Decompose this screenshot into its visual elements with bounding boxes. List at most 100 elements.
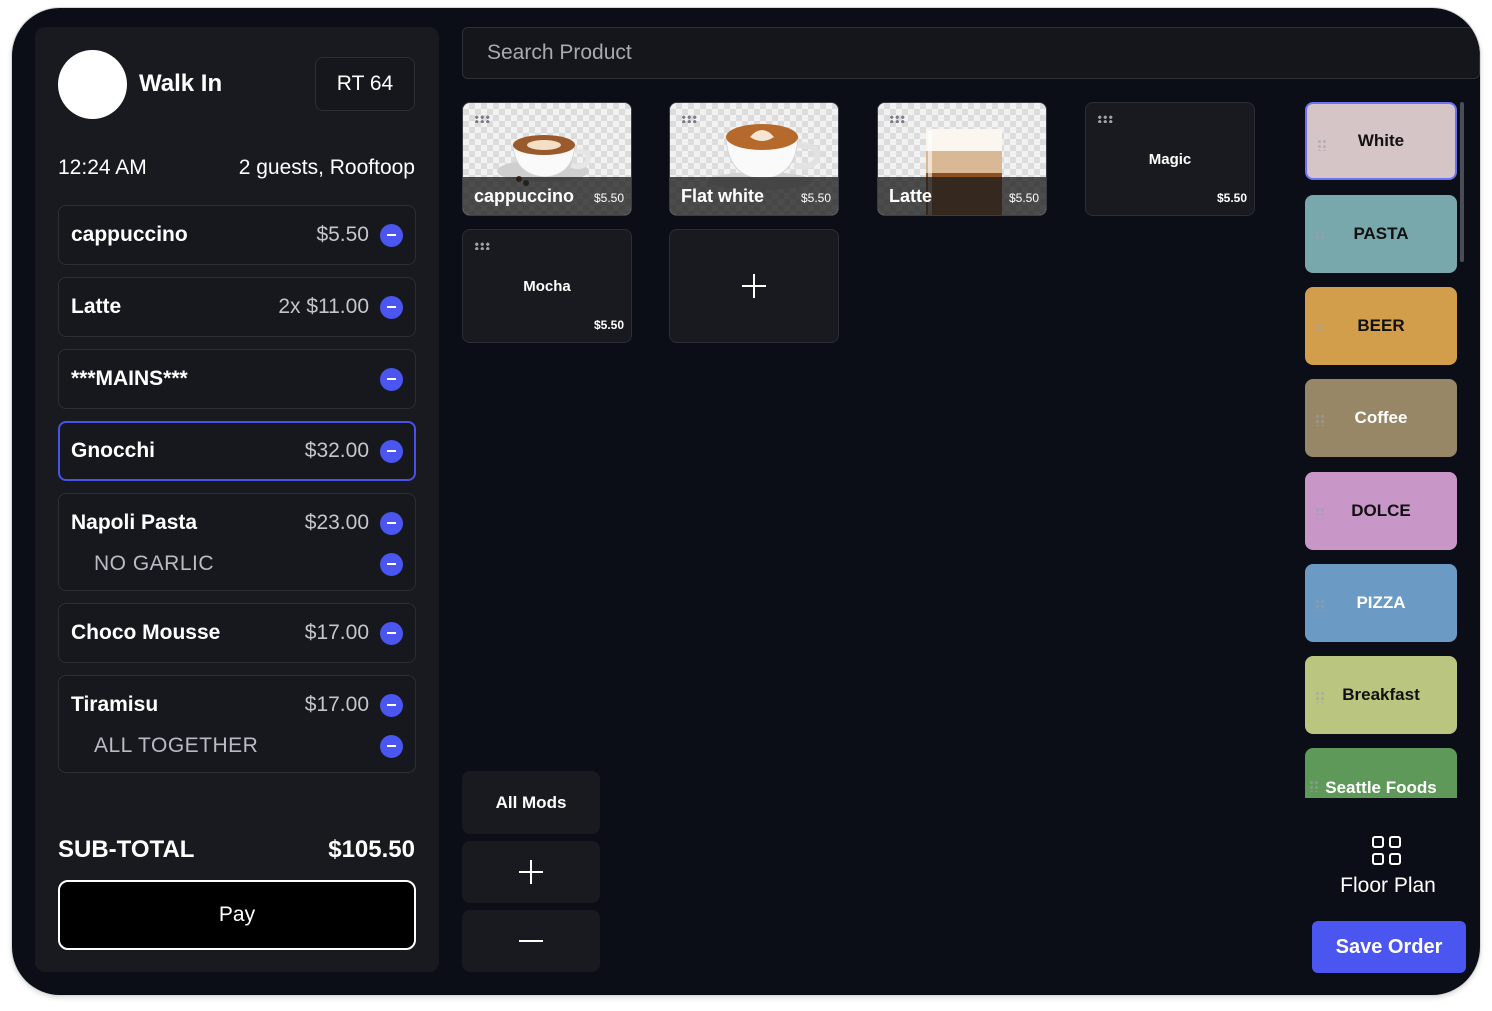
product-name: cappuccino bbox=[474, 186, 575, 206]
grid-icon bbox=[1372, 836, 1404, 868]
item-price: $5.50 bbox=[316, 223, 369, 246]
item-modifier: NO GARLIC bbox=[94, 552, 215, 575]
product-tile[interactable]: cappuccino $5.50 bbox=[462, 102, 632, 216]
product-tile[interactable]: Magic $5.50 bbox=[1085, 102, 1255, 216]
floor-plan-label: Floor Plan bbox=[1340, 874, 1436, 897]
drag-handle-icon[interactable] bbox=[1315, 507, 1325, 519]
order-item-selected[interactable]: Gnocchi $32.00 bbox=[58, 421, 416, 481]
remove-item-button[interactable] bbox=[380, 367, 403, 391]
subtotal-label: SUB-TOTAL bbox=[58, 836, 195, 863]
remove-item-button[interactable] bbox=[380, 439, 403, 463]
product-price: $5.50 bbox=[593, 191, 624, 205]
category-label: PIZZA bbox=[1356, 593, 1406, 612]
order-item[interactable]: ***MAINS*** bbox=[58, 349, 416, 409]
item-name: ***MAINS*** bbox=[71, 367, 188, 390]
item-price: $23.00 bbox=[304, 511, 369, 534]
pos-screen: Walk In RT 64 12:24 AM 2 guests, Rooftoo… bbox=[12, 8, 1480, 995]
drag-handle-icon[interactable] bbox=[474, 115, 490, 123]
category-scrollbar[interactable] bbox=[1460, 102, 1464, 262]
search-bar[interactable] bbox=[462, 27, 1480, 79]
decrease-quantity-button[interactable] bbox=[462, 910, 600, 972]
floor-plan-button[interactable]: Floor Plan bbox=[1328, 836, 1448, 898]
remove-modifier-button[interactable] bbox=[380, 552, 403, 576]
item-price: $17.00 bbox=[304, 693, 369, 716]
order-panel: Walk In RT 64 12:24 AM 2 guests, Rooftoo… bbox=[35, 27, 439, 972]
item-name: cappuccino bbox=[71, 223, 188, 246]
category-list[interactable]: White PASTA BEER Coffee DOLCE PIZZA Brea… bbox=[1305, 102, 1458, 798]
drag-handle-icon[interactable] bbox=[1315, 322, 1325, 334]
drag-handle-icon[interactable] bbox=[681, 115, 697, 123]
pay-button[interactable]: Pay bbox=[58, 880, 416, 950]
product-price: $5.50 bbox=[593, 318, 624, 332]
item-price: $17.00 bbox=[304, 621, 369, 644]
item-price: 2x $11.00 bbox=[278, 295, 369, 318]
order-time: 12:24 AM bbox=[58, 156, 147, 179]
increase-quantity-button[interactable] bbox=[462, 841, 600, 903]
item-name: Napoli Pasta bbox=[71, 511, 198, 534]
category-coffee[interactable]: Coffee bbox=[1305, 379, 1457, 457]
item-name: Choco Mousse bbox=[71, 621, 221, 644]
order-items-list: cappuccino $5.50 Latte 2x $11.00 ***MAIN… bbox=[58, 205, 416, 785]
item-name: Tiramisu bbox=[71, 693, 159, 716]
remove-item-button[interactable] bbox=[380, 223, 403, 247]
category-beer[interactable]: BEER bbox=[1305, 287, 1457, 365]
category-breakfast[interactable]: Breakfast bbox=[1305, 656, 1457, 734]
table-badge[interactable]: RT 64 bbox=[315, 57, 415, 111]
order-item[interactable]: Tiramisu $17.00 ALL TOGETHER bbox=[58, 675, 416, 773]
item-name: Gnocchi bbox=[71, 439, 156, 462]
category-label: White bbox=[1357, 131, 1405, 150]
drag-handle-icon[interactable] bbox=[1317, 139, 1327, 151]
product-price: $5.50 bbox=[1008, 191, 1039, 205]
product-name: Magic bbox=[1148, 151, 1192, 168]
item-name: Latte bbox=[71, 295, 122, 318]
drag-handle-icon[interactable] bbox=[1315, 691, 1325, 703]
order-item[interactable]: cappuccino $5.50 bbox=[58, 205, 416, 265]
category-white[interactable]: White bbox=[1305, 102, 1457, 180]
product-tile[interactable]: Mocha $5.50 bbox=[462, 229, 632, 343]
remove-item-button[interactable] bbox=[380, 511, 403, 535]
category-seattle-foods[interactable]: Seattle Foods bbox=[1305, 748, 1457, 798]
remove-modifier-button[interactable] bbox=[380, 734, 403, 758]
drag-handle-icon[interactable] bbox=[1315, 599, 1325, 611]
order-item[interactable]: Latte 2x $11.00 bbox=[58, 277, 416, 337]
product-price: $5.50 bbox=[800, 191, 831, 205]
item-price: $32.00 bbox=[304, 439, 369, 462]
product-tile[interactable]: Flat white $5.50 bbox=[669, 102, 839, 216]
drag-handle-icon[interactable] bbox=[1097, 115, 1113, 123]
plus-icon bbox=[519, 860, 543, 884]
drag-handle-icon[interactable] bbox=[889, 115, 905, 123]
order-item[interactable]: Napoli Pasta $23.00 NO GARLIC bbox=[58, 493, 416, 591]
category-label: Breakfast bbox=[1342, 685, 1420, 704]
remove-item-button[interactable] bbox=[380, 295, 403, 319]
customer-name[interactable]: Walk In bbox=[139, 70, 222, 98]
order-guests: 2 guests, Rooftoop bbox=[238, 156, 415, 179]
drag-handle-icon[interactable] bbox=[474, 242, 490, 250]
drag-handle-icon[interactable] bbox=[1315, 414, 1325, 426]
minus-icon bbox=[519, 940, 543, 942]
subtotal-value: $105.50 bbox=[328, 836, 415, 863]
search-input[interactable] bbox=[487, 41, 1479, 65]
category-label: DOLCE bbox=[1351, 501, 1411, 520]
save-order-button[interactable]: Save Order bbox=[1312, 921, 1466, 973]
order-item[interactable]: Choco Mousse $17.00 bbox=[58, 603, 416, 663]
product-name: Mocha bbox=[523, 278, 571, 295]
drag-handle-icon[interactable] bbox=[1315, 230, 1325, 242]
category-pasta[interactable]: PASTA bbox=[1305, 195, 1457, 273]
category-dolce[interactable]: DOLCE bbox=[1305, 472, 1457, 550]
product-name: Flat white bbox=[681, 186, 765, 206]
category-label: Seattle Foods bbox=[1325, 778, 1437, 797]
product-name: Latte bbox=[889, 186, 933, 206]
category-label: BEER bbox=[1357, 316, 1405, 335]
drag-handle-icon[interactable] bbox=[1309, 780, 1319, 792]
all-mods-button[interactable]: All Mods bbox=[462, 771, 600, 834]
product-tile[interactable]: Latte $5.50 bbox=[877, 102, 1047, 216]
category-label: Coffee bbox=[1354, 408, 1408, 427]
customer-avatar[interactable] bbox=[58, 50, 127, 119]
item-modifier: ALL TOGETHER bbox=[94, 734, 259, 757]
category-pizza[interactable]: PIZZA bbox=[1305, 564, 1457, 642]
product-price: $5.50 bbox=[1216, 191, 1247, 205]
plus-icon bbox=[742, 274, 766, 298]
remove-item-button[interactable] bbox=[380, 621, 403, 645]
add-product-button[interactable] bbox=[669, 229, 839, 343]
remove-item-button[interactable] bbox=[380, 693, 403, 717]
